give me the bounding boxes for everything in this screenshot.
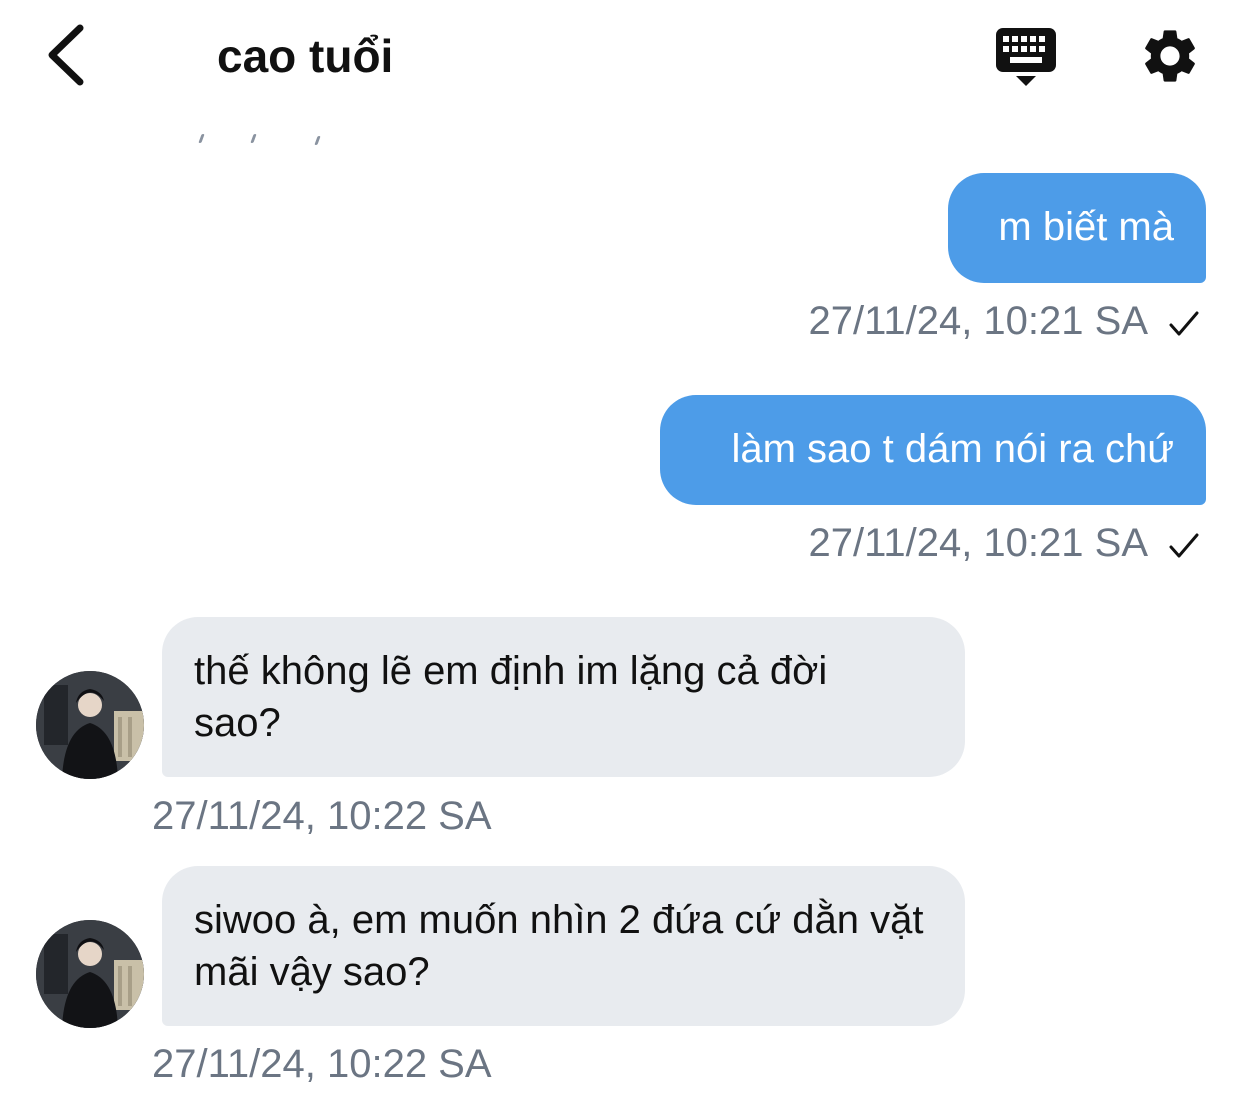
back-button[interactable] xyxy=(40,22,100,88)
avatar[interactable] xyxy=(36,671,144,779)
avatar[interactable] xyxy=(36,920,144,1028)
settings-button[interactable] xyxy=(1138,24,1202,88)
message-text: thế không lẽ em định im lặng cả đời sao? xyxy=(194,649,828,745)
check-icon xyxy=(1169,311,1199,336)
chat-screen: cao tuổi m biết mà 27/11/24, 10:21 SA là… xyxy=(0,0,1242,1095)
conversation-title: cao tuổi xyxy=(217,30,394,82)
gear-icon xyxy=(1145,30,1195,82)
message-timestamp: 27/11/24, 10:21 SA xyxy=(808,521,1148,565)
message-timestamp: 27/11/24, 10:21 SA xyxy=(808,299,1148,343)
keyboard-toggle-button[interactable] xyxy=(992,26,1060,90)
check-icon xyxy=(1169,533,1199,558)
message-text: m biết mà xyxy=(998,205,1174,249)
avatar-image xyxy=(36,920,144,1028)
message-timestamp: 27/11/24, 10:22 SA xyxy=(152,794,492,838)
chat-header: cao tuổi xyxy=(0,0,1242,115)
avatar-image xyxy=(36,671,144,779)
keyboard-hide-icon xyxy=(996,28,1056,86)
chevron-left-icon xyxy=(48,24,84,86)
message-bubble-outgoing[interactable]: m biết mà xyxy=(948,173,1206,283)
message-bubble-outgoing[interactable]: làm sao t dám nói ra chứ xyxy=(660,395,1206,505)
message-timestamp: 27/11/24, 10:22 SA xyxy=(152,1042,492,1086)
header-divider-marks xyxy=(0,126,1242,150)
message-text: siwoo à, em muốn nhìn 2 đứa cứ dằn vặt m… xyxy=(194,898,924,994)
message-bubble-incoming[interactable]: siwoo à, em muốn nhìn 2 đứa cứ dằn vặt m… xyxy=(162,866,965,1026)
message-bubble-incoming[interactable]: thế không lẽ em định im lặng cả đời sao? xyxy=(162,617,965,777)
message-text: làm sao t dám nói ra chứ xyxy=(731,427,1174,471)
